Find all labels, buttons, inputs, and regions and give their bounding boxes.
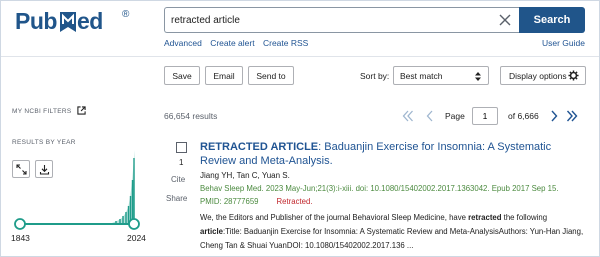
- article-pmid: PMID: 28777659: [200, 197, 259, 206]
- article-authors: Jiang YH, Tan C, Yuan S.: [200, 171, 290, 180]
- previous-page-icon[interactable]: [424, 110, 436, 122]
- result-checkbox[interactable]: [176, 142, 187, 153]
- display-options-label: Display options: [509, 70, 567, 81]
- article-title-link[interactable]: RETRACTED ARTICLE: Baduanjin Exercise fo…: [200, 140, 585, 168]
- slider-end-handle[interactable]: [128, 218, 140, 230]
- search-button[interactable]: Search: [519, 7, 585, 33]
- year-end-label: 2024: [127, 233, 146, 243]
- title-retracted-prefix: RETRACTED ARTICLE: [200, 141, 319, 153]
- display-options-button[interactable]: Display options: [500, 66, 586, 85]
- save-button[interactable]: Save: [164, 66, 200, 85]
- header-divider: [1, 56, 599, 57]
- last-page-icon[interactable]: [566, 110, 578, 122]
- email-button[interactable]: Email: [205, 66, 243, 85]
- gear-icon: [568, 70, 579, 81]
- search-input[interactable]: [171, 8, 481, 32]
- sort-select[interactable]: Best match: [393, 66, 489, 85]
- sort-value: Best match: [400, 70, 443, 81]
- search-box: [164, 7, 519, 33]
- pmid-line: PMID: 28777659 Retracted.: [200, 197, 313, 206]
- retracted-badge: Retracted.: [276, 197, 313, 206]
- external-link-icon[interactable]: [77, 106, 86, 115]
- registered-mark: ®: [122, 9, 130, 20]
- advanced-link[interactable]: Advanced: [164, 38, 202, 48]
- sort-arrows-icon: [475, 72, 481, 81]
- share-button[interactable]: Share: [166, 194, 187, 203]
- create-rss-link[interactable]: Create RSS: [263, 38, 308, 48]
- create-alert-link[interactable]: Create alert: [210, 38, 254, 48]
- next-page-icon[interactable]: [548, 110, 560, 122]
- slider-start-handle[interactable]: [14, 218, 26, 230]
- cite-button[interactable]: Cite: [171, 175, 185, 184]
- my-ncbi-filters-label: MY NCBI FILTERS: [12, 108, 72, 115]
- year-start-label: 1843: [11, 233, 30, 243]
- search-sublinks: Advanced Create alert Create RSS: [164, 38, 314, 48]
- user-guide-link[interactable]: User Guide: [542, 38, 585, 48]
- pubmed-logo[interactable]: Pub ed ®: [15, 6, 129, 36]
- sort-by-label: Sort by:: [360, 71, 390, 81]
- send-to-button[interactable]: Send to: [248, 66, 294, 85]
- page-number-input[interactable]: [472, 107, 498, 125]
- results-by-year-histogram[interactable]: [12, 140, 142, 230]
- results-count: 66,654 results: [164, 111, 218, 121]
- article-citation: Behav Sleep Med. 2023 May-Jun;21(3):i-xi…: [200, 184, 559, 193]
- page-label: Page: [445, 111, 465, 121]
- clear-icon[interactable]: [498, 13, 512, 27]
- pagination: Page of 6,666: [400, 106, 585, 126]
- first-page-icon[interactable]: [402, 110, 414, 122]
- bookmark-m-icon: [60, 12, 76, 32]
- result-rank: 1: [179, 158, 184, 167]
- total-pages-label: of 6,666: [508, 111, 539, 121]
- article-snippet: We, the Editors and Publisher of the jou…: [200, 213, 584, 250]
